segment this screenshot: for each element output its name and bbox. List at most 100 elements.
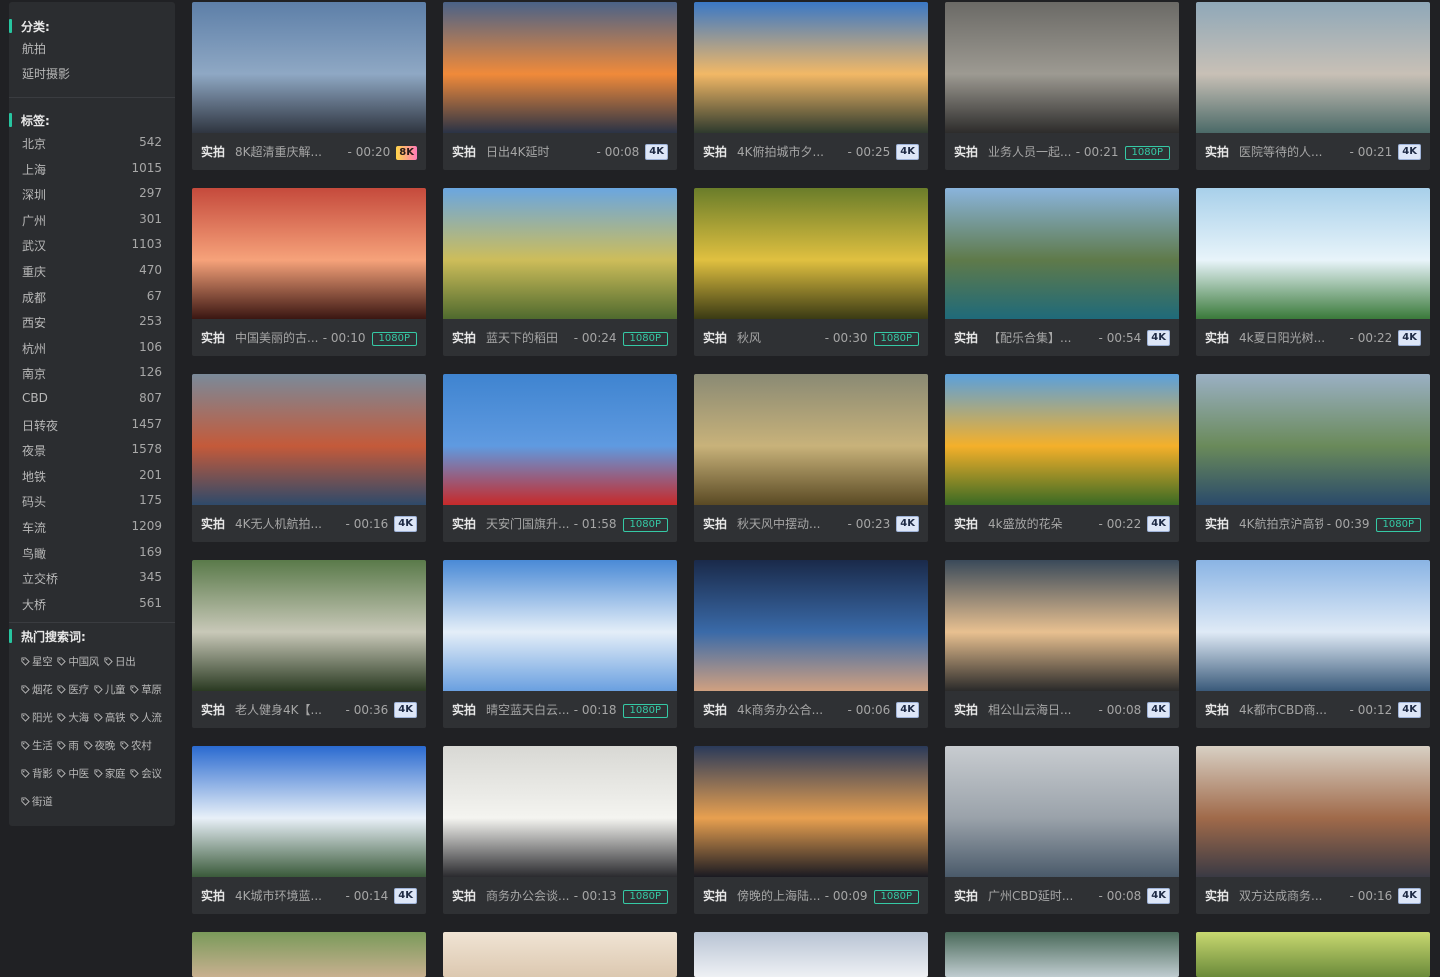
tag-item[interactable]: 车流 1209 — [22, 519, 162, 536]
video-thumbnail[interactable] — [694, 746, 928, 877]
hot-search-item[interactable]: 背影 — [21, 766, 53, 781]
video-thumbnail[interactable] — [443, 188, 677, 319]
video-thumbnail[interactable] — [192, 2, 426, 133]
tag-item[interactable]: 西安 253 — [22, 314, 162, 331]
video-thumbnail[interactable] — [945, 932, 1179, 977]
video-card[interactable] — [945, 932, 1179, 977]
video-card[interactable]: 实拍 4K城市环境蓝... - 00:14 4K — [192, 746, 426, 914]
video-thumbnail[interactable] — [443, 746, 677, 877]
video-title[interactable]: 老人健身4K【... — [235, 701, 342, 718]
video-title[interactable]: 日出4K延时 — [486, 143, 593, 160]
tag-item[interactable]: 鸟瞰 169 — [22, 545, 162, 562]
hot-search-item[interactable]: 中医 — [57, 766, 89, 781]
video-card[interactable]: 实拍 商务办公会谈... - 00:13 1080P — [443, 746, 677, 914]
hot-search-item[interactable]: 生活 — [21, 738, 53, 753]
video-title[interactable]: 【配乐合集】... — [988, 329, 1095, 346]
video-thumbnail[interactable] — [945, 746, 1179, 877]
video-title[interactable]: 傍晚的上海陆... — [737, 887, 821, 904]
tag-item[interactable]: 北京 542 — [22, 135, 162, 152]
video-title[interactable]: 8K超清重庆解... — [235, 143, 344, 160]
hot-search-item[interactable]: 医疗 — [57, 682, 89, 697]
video-title[interactable]: 4k商务办公合... — [737, 701, 844, 718]
hot-search-item[interactable]: 高铁 — [94, 710, 126, 725]
video-title[interactable]: 秋天风中摆动... — [737, 515, 844, 532]
video-card[interactable]: 实拍 傍晚的上海陆... - 00:09 1080P — [694, 746, 928, 914]
video-title[interactable]: 4k盛放的花朵 — [988, 515, 1095, 532]
video-card[interactable]: 实拍 晴空蓝天白云... - 00:18 1080P — [443, 560, 677, 728]
video-card[interactable] — [443, 932, 677, 977]
video-thumbnail[interactable] — [1196, 746, 1430, 877]
video-title[interactable]: 中国美丽的古... — [235, 329, 319, 346]
video-thumbnail[interactable] — [945, 188, 1179, 319]
hot-search-item[interactable]: 家庭 — [94, 766, 126, 781]
tag-item[interactable]: 重庆 470 — [22, 263, 162, 280]
tag-item[interactable]: 成都 67 — [22, 289, 162, 306]
video-card[interactable]: 实拍 双方达成商务... - 00:16 4K — [1196, 746, 1430, 914]
video-card[interactable]: 实拍 业务人员一起... - 00:21 1080P — [945, 2, 1179, 170]
video-thumbnail[interactable] — [443, 932, 677, 977]
video-card[interactable]: 实拍 4K俯拍城市夕... - 00:25 4K — [694, 2, 928, 170]
video-card[interactable]: 实拍 4k夏日阳光树... - 00:22 4K — [1196, 188, 1430, 356]
video-card[interactable]: 实拍 中国美丽的古... - 00:10 1080P — [192, 188, 426, 356]
video-card[interactable]: 实拍 【配乐合集】... - 00:54 4K — [945, 188, 1179, 356]
video-thumbnail[interactable] — [443, 374, 677, 505]
video-thumbnail[interactable] — [945, 560, 1179, 691]
tag-item[interactable]: 码头 175 — [22, 493, 162, 510]
video-thumbnail[interactable] — [1196, 560, 1430, 691]
tag-item[interactable]: 上海 1015 — [22, 161, 162, 178]
video-title[interactable]: 天安门国旗升... — [486, 515, 570, 532]
video-card[interactable]: 实拍 4k都市CBD商... - 00:12 4K — [1196, 560, 1430, 728]
video-thumbnail[interactable] — [1196, 2, 1430, 133]
hot-search-item[interactable]: 星空 — [21, 654, 53, 669]
video-title[interactable]: 4k都市CBD商... — [1239, 701, 1346, 718]
hot-search-item[interactable]: 烟花 — [21, 682, 53, 697]
video-title[interactable]: 商务办公会谈... — [486, 887, 570, 904]
video-card[interactable]: 实拍 老人健身4K【... - 00:36 4K — [192, 560, 426, 728]
video-card[interactable]: 实拍 相公山云海日... - 00:08 4K — [945, 560, 1179, 728]
hot-search-item[interactable]: 儿童 — [94, 682, 126, 697]
video-thumbnail[interactable] — [1196, 932, 1430, 977]
hot-search-item[interactable]: 街道 — [21, 794, 53, 809]
video-thumbnail[interactable] — [694, 932, 928, 977]
video-thumbnail[interactable] — [694, 560, 928, 691]
hot-search-item[interactable]: 夜晚 — [84, 738, 115, 753]
video-card[interactable] — [694, 932, 928, 977]
video-card[interactable] — [1196, 932, 1430, 977]
video-title[interactable]: 业务人员一起... — [988, 143, 1072, 160]
video-card[interactable]: 实拍 日出4K延时 - 00:08 4K — [443, 2, 677, 170]
tag-item[interactable]: 南京 126 — [22, 365, 162, 382]
video-title[interactable]: 晴空蓝天白云... — [486, 701, 570, 718]
video-card[interactable]: 实拍 4K无人机航拍... - 00:16 4K — [192, 374, 426, 542]
video-card[interactable]: 实拍 4K航拍京沪高铁 - 00:39 1080P — [1196, 374, 1430, 542]
hot-search-item[interactable]: 日出 — [104, 654, 136, 669]
video-card[interactable]: 实拍 医院等待的人... - 00:21 4K — [1196, 2, 1430, 170]
video-thumbnail[interactable] — [945, 374, 1179, 505]
tag-item[interactable]: 地铁 201 — [22, 468, 162, 485]
video-title[interactable]: 4K俯拍城市夕... — [737, 143, 844, 160]
hot-search-item[interactable]: 草原 — [130, 682, 162, 697]
video-thumbnail[interactable] — [694, 188, 928, 319]
video-title[interactable]: 广州CBD延时... — [988, 887, 1095, 904]
video-title[interactable]: 4K城市环境蓝... — [235, 887, 342, 904]
video-thumbnail[interactable] — [192, 374, 426, 505]
video-card[interactable]: 实拍 秋天风中摆动... - 00:23 4K — [694, 374, 928, 542]
video-thumbnail[interactable] — [192, 746, 426, 877]
video-thumbnail[interactable] — [1196, 188, 1430, 319]
hot-search-item[interactable]: 阳光 — [21, 710, 53, 725]
video-thumbnail[interactable] — [1196, 374, 1430, 505]
video-thumbnail[interactable] — [192, 188, 426, 319]
video-title[interactable]: 4K无人机航拍... — [235, 515, 342, 532]
video-title[interactable]: 4K航拍京沪高铁 — [1239, 515, 1323, 532]
tag-item[interactable]: 大桥 561 — [22, 596, 162, 613]
video-title[interactable]: 双方达成商务... — [1239, 887, 1346, 904]
tag-item[interactable]: 深圳 297 — [22, 186, 162, 203]
category-item-timelapse[interactable]: 延时摄影 — [22, 65, 70, 82]
category-item-aerial[interactable]: 航拍 — [22, 40, 46, 57]
tag-item[interactable]: 日转夜 1457 — [22, 417, 162, 434]
video-card[interactable]: 实拍 广州CBD延时... - 00:08 4K — [945, 746, 1179, 914]
hot-search-item[interactable]: 农村 — [120, 738, 152, 753]
tag-item[interactable]: 广州 301 — [22, 212, 162, 229]
video-thumbnail[interactable] — [192, 932, 426, 977]
video-title[interactable]: 秋风 — [737, 329, 821, 346]
video-card[interactable]: 实拍 秋风 - 00:30 1080P — [694, 188, 928, 356]
